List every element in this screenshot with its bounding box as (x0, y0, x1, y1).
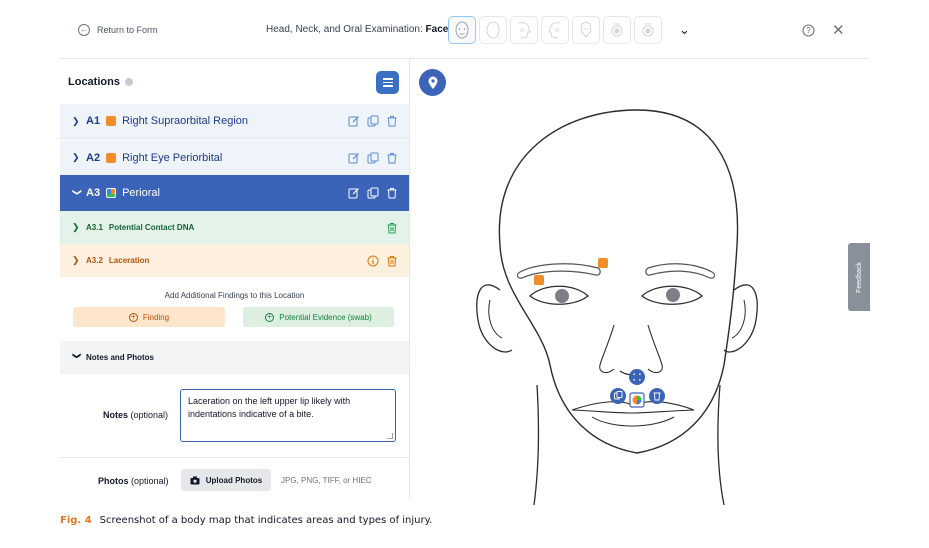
left-eyebrow (645, 263, 716, 279)
top-bar: ← Return to Form Head, Neck, and Oral Ex… (60, 12, 869, 50)
right-iris (555, 289, 569, 303)
locations-panel: Locations ❯ A1 Right Supraorbital Region… (60, 59, 410, 500)
thumb-head-left[interactable] (541, 16, 569, 44)
trash-icon[interactable] (386, 255, 398, 267)
finding-code: A3.1 (86, 223, 103, 232)
add-location-pin-button[interactable] (419, 69, 446, 96)
photos-label: Photos (optional) (98, 476, 169, 486)
accepted-formats: JPG, PNG, TIFF, or HIEC (281, 476, 372, 485)
close-icon[interactable]: ✕ (832, 21, 845, 39)
svg-text:?: ? (806, 26, 811, 35)
edit-icon[interactable] (348, 115, 360, 127)
thumb-face-front[interactable] (448, 16, 476, 44)
finding-code: A3.2 (86, 256, 103, 265)
finding-name: Laceration (108, 256, 150, 265)
locations-heading: Locations (68, 76, 133, 88)
info-icon[interactable] (367, 255, 379, 267)
location-row-a1[interactable]: ❯ A1 Right Supraorbital Region (60, 104, 409, 139)
orange-swatch-icon (106, 116, 117, 126)
return-to-form-link[interactable]: ← Return to Form (78, 24, 158, 36)
finding-name: Potential Contact DNA (108, 223, 195, 232)
thumb-head-right[interactable] (510, 16, 538, 44)
row-tools (386, 222, 398, 234)
finding-row-a3-1[interactable]: ❯ A3.1 Potential Contact DNA (60, 211, 409, 244)
feedback-tab[interactable]: Feedback (848, 243, 870, 311)
face-diagram[interactable] (462, 95, 842, 505)
notes-label: Notes (optional) (103, 410, 169, 420)
chevron-down-icon[interactable]: ⌄ (679, 22, 690, 38)
row-tools (348, 152, 398, 164)
thumb-head-top[interactable] (572, 16, 600, 44)
plus-circle-icon: + (128, 312, 138, 322)
multicolor-swatch-icon (106, 188, 117, 198)
copy-icon[interactable] (367, 187, 379, 199)
row-tools (367, 255, 398, 267)
injury-marker-a2[interactable] (534, 275, 544, 285)
info-icon[interactable] (124, 78, 133, 86)
add-evidence-button[interactable]: + Potential Evidence (swab) (243, 307, 394, 327)
locations-menu-button[interactable] (376, 71, 399, 94)
thumb-mouth-upper[interactable] (603, 16, 631, 44)
chevron-right-icon[interactable]: ❯ (72, 222, 86, 233)
right-eyebrow (516, 263, 601, 279)
location-code: A2 (86, 151, 101, 164)
location-name: Right Eye Periorbital (122, 151, 223, 164)
right-ear-inner (731, 299, 746, 339)
view-thumbnails (448, 16, 662, 44)
thumb-head-back[interactable] (479, 16, 507, 44)
lower-lip (591, 416, 675, 427)
copy-icon[interactable] (367, 152, 379, 164)
figure-caption: Fig. 4 Screenshot of a body map that indi… (60, 515, 433, 526)
location-code: A1 (86, 115, 101, 127)
left-ear (476, 284, 513, 353)
exam-view-name: Face (425, 24, 449, 35)
neck (533, 384, 725, 505)
divider (60, 457, 409, 458)
right-ear (723, 284, 758, 353)
trash-icon[interactable] (386, 222, 398, 234)
orange-swatch-icon (106, 152, 117, 163)
help-icon[interactable]: ? (802, 24, 815, 42)
injury-marker-a1[interactable] (598, 258, 608, 268)
delete-marker-icon[interactable] (649, 388, 665, 404)
location-row-a3[interactable]: ❯ A3 Perioral (60, 175, 409, 211)
row-tools (348, 115, 398, 127)
map-pin-icon (428, 76, 437, 89)
thumb-mouth-lower[interactable] (634, 16, 662, 44)
nose (599, 324, 663, 376)
move-handle-icon[interactable] (629, 369, 645, 385)
chevron-right-icon[interactable]: ❯ (72, 255, 86, 266)
back-arrow-icon: ← (78, 24, 90, 36)
exam-title: Head, Neck, and Oral Examination: Face (266, 24, 449, 35)
body-map-screen: ← Return to Form Head, Neck, and Oral Ex… (0, 0, 929, 548)
location-name: Right Supraorbital Region (122, 115, 249, 127)
finding-row-a3-2[interactable]: ❯ A3.2 Laceration (60, 244, 409, 277)
location-code: A3 (86, 187, 101, 199)
left-iris (666, 288, 680, 302)
upload-photos-button[interactable]: Upload Photos (181, 469, 271, 491)
add-finding-button[interactable]: + Finding (73, 307, 225, 327)
plus-circle-icon: + (265, 312, 275, 322)
chevron-right-icon[interactable]: ❯ (72, 152, 86, 163)
location-name: Perioral (122, 187, 160, 199)
chevron-right-icon[interactable]: ❯ (72, 116, 86, 127)
location-row-a2[interactable]: ❯ A2 Right Eye Periorbital (60, 140, 409, 175)
add-findings-label: Add Additional Findings to this Location (164, 291, 305, 300)
edit-icon[interactable] (348, 187, 360, 199)
edit-icon[interactable] (348, 152, 360, 164)
notes-section-header[interactable]: ❯ Notes and Photos (60, 341, 409, 374)
row-tools (348, 187, 398, 199)
return-label: Return to Form (97, 25, 158, 35)
left-ear-inner (488, 299, 503, 339)
chevron-down-icon[interactable]: ❯ (72, 188, 83, 198)
copy-icon[interactable] (367, 115, 379, 127)
chevron-down-icon: ❯ (72, 352, 82, 360)
trash-icon[interactable] (386, 152, 398, 164)
camera-icon (190, 476, 200, 484)
notes-textarea[interactable]: Laceration on the left upper lip likely … (180, 389, 396, 442)
resize-handle-icon[interactable] (387, 433, 393, 439)
trash-icon[interactable] (386, 115, 398, 127)
trash-icon[interactable] (386, 187, 398, 199)
